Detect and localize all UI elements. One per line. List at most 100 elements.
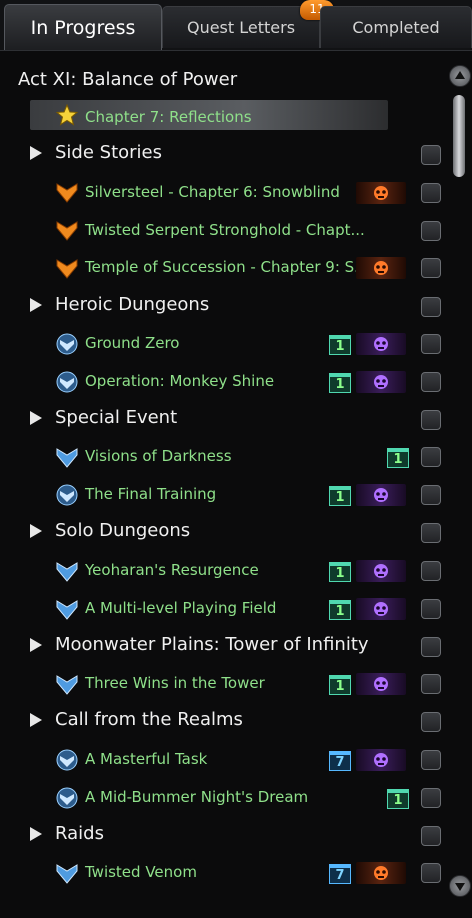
quest-checkbox[interactable] xyxy=(421,485,441,505)
category-side-stories[interactable]: Side Stories xyxy=(55,142,162,163)
quest-silversteel[interactable]: Silversteel - Chapter 6: Snowblind xyxy=(85,183,340,201)
blue-chevron-icon xyxy=(56,864,78,884)
quest-checkbox[interactable] xyxy=(421,863,441,883)
purple-skull-icon xyxy=(374,488,388,502)
expand-arrow-icon[interactable] xyxy=(30,524,42,538)
category-raids[interactable]: Raids xyxy=(55,823,104,844)
star-icon xyxy=(56,104,78,126)
category-moonwater-plains[interactable]: Moonwater Plains: Tower of Infinity xyxy=(55,634,369,655)
blue-dungeon-icon xyxy=(56,371,78,393)
category-solo-dungeons[interactable]: Solo Dungeons xyxy=(55,520,190,541)
orange-skull-icon xyxy=(374,866,388,880)
arrow-up-icon xyxy=(455,71,465,79)
difficulty-badge xyxy=(356,371,406,393)
difficulty-badge xyxy=(356,862,406,884)
category-call-from-the-realms[interactable]: Call from the Realms xyxy=(55,709,243,730)
tab-quest-letters[interactable]: Quest Letters xyxy=(162,6,320,48)
category-special-event[interactable]: Special Event xyxy=(55,407,177,428)
blue-dungeon-icon xyxy=(56,749,78,771)
quest-operation-monkey-shine[interactable]: Operation: Monkey Shine xyxy=(85,372,274,390)
quest-mid-bummer-nights-dream[interactable]: A Mid-Bummer Night's Dream xyxy=(85,788,308,806)
expand-arrow-icon[interactable] xyxy=(30,146,42,160)
tab-in-progress[interactable]: In Progress xyxy=(4,4,162,50)
quest-multi-level-playing-field[interactable]: A Multi-level Playing Field xyxy=(85,599,276,617)
orange-skull-icon xyxy=(374,261,388,275)
purple-skull-icon xyxy=(374,753,388,767)
quest-checkbox[interactable] xyxy=(421,599,441,619)
orange-chevron-icon xyxy=(56,259,78,279)
quest-checkbox[interactable] xyxy=(421,183,441,203)
expand-arrow-icon[interactable] xyxy=(30,638,42,652)
orange-chevron-icon xyxy=(56,221,78,241)
expand-arrow-icon[interactable] xyxy=(30,298,42,312)
quest-checkbox[interactable] xyxy=(421,674,441,694)
scroll-down-button[interactable] xyxy=(449,875,471,897)
difficulty-badge xyxy=(356,484,406,506)
calendar-count-badge: 1 xyxy=(387,448,409,468)
category-checkbox[interactable] xyxy=(421,297,441,317)
quest-visions-of-darkness[interactable]: Visions of Darkness xyxy=(85,447,232,465)
category-checkbox[interactable] xyxy=(421,145,441,165)
scrollbar-track[interactable] xyxy=(451,65,469,895)
blue-chevron-icon xyxy=(56,448,78,468)
difficulty-badge xyxy=(356,598,406,620)
calendar-count-badge: 1 xyxy=(329,600,351,620)
category-checkbox[interactable] xyxy=(421,637,441,657)
tab-in-progress-label: In Progress xyxy=(30,17,136,39)
tab-completed[interactable]: Completed xyxy=(320,6,472,48)
purple-skull-icon xyxy=(374,375,388,389)
calendar-count-badge: 1 xyxy=(329,486,351,506)
quest-checkbox[interactable] xyxy=(421,561,441,581)
quest-checkbox[interactable] xyxy=(421,221,441,241)
difficulty-badge xyxy=(356,560,406,582)
tab-completed-label: Completed xyxy=(352,18,440,37)
selected-chapter-label: Chapter 7: Reflections xyxy=(85,108,252,126)
scrollbar-thumb[interactable] xyxy=(453,95,465,177)
quest-checkbox[interactable] xyxy=(421,372,441,392)
calendar-count-badge: 7 xyxy=(329,864,351,884)
quest-checkbox[interactable] xyxy=(421,334,441,354)
quest-checkbox[interactable] xyxy=(421,750,441,770)
quest-yeoharans-resurgence[interactable]: Yeoharan's Resurgence xyxy=(85,561,259,579)
orange-chevron-icon xyxy=(56,183,78,203)
calendar-count-badge: 1 xyxy=(329,562,351,582)
orange-skull-icon xyxy=(374,186,388,200)
category-checkbox[interactable] xyxy=(421,523,441,543)
difficulty-badge xyxy=(356,749,406,771)
quest-the-final-training[interactable]: The Final Training xyxy=(85,485,216,503)
category-heroic-dungeons[interactable]: Heroic Dungeons xyxy=(55,294,209,315)
blue-dungeon-icon xyxy=(56,787,78,809)
expand-arrow-icon[interactable] xyxy=(30,411,42,425)
blue-chevron-icon xyxy=(56,675,78,695)
quest-twisted-venom[interactable]: Twisted Venom xyxy=(85,863,197,881)
blue-chevron-icon xyxy=(56,600,78,620)
difficulty-badge xyxy=(356,257,406,279)
difficulty-badge xyxy=(356,182,406,204)
quest-twisted-serpent[interactable]: Twisted Serpent Stronghold - Chapt... xyxy=(85,221,365,239)
blue-chevron-icon xyxy=(56,562,78,582)
quest-journal-tabs: Quest Letters 11 Completed In Progress xyxy=(0,0,472,50)
purple-skull-icon xyxy=(374,564,388,578)
act-title: Act XI: Balance of Power xyxy=(18,69,238,90)
expand-arrow-icon[interactable] xyxy=(30,827,42,841)
expand-arrow-icon[interactable] xyxy=(30,713,42,727)
quest-checkbox[interactable] xyxy=(421,447,441,467)
quest-three-wins-in-the-tower[interactable]: Three Wins in the Tower xyxy=(85,674,265,692)
calendar-count-badge: 7 xyxy=(329,751,351,771)
category-checkbox[interactable] xyxy=(421,712,441,732)
calendar-count-badge: 1 xyxy=(329,373,351,393)
category-checkbox[interactable] xyxy=(421,410,441,430)
quest-ground-zero[interactable]: Ground Zero xyxy=(85,334,179,352)
quest-checkbox[interactable] xyxy=(421,258,441,278)
quest-a-masterful-task[interactable]: A Masterful Task xyxy=(85,750,207,768)
difficulty-badge xyxy=(356,333,406,355)
purple-skull-icon xyxy=(374,677,388,691)
scroll-up-button[interactable] xyxy=(449,65,471,87)
quest-checkbox[interactable] xyxy=(421,788,441,808)
purple-skull-icon xyxy=(374,602,388,616)
quest-list-panel: Act XI: Balance of Power Chapter 7: Refl… xyxy=(0,50,472,918)
purple-skull-icon xyxy=(374,337,388,351)
category-checkbox[interactable] xyxy=(421,826,441,846)
quest-temple-of-succession[interactable]: Temple of Succession - Chapter 9: S... xyxy=(85,258,368,276)
calendar-count-badge: 1 xyxy=(387,789,409,809)
